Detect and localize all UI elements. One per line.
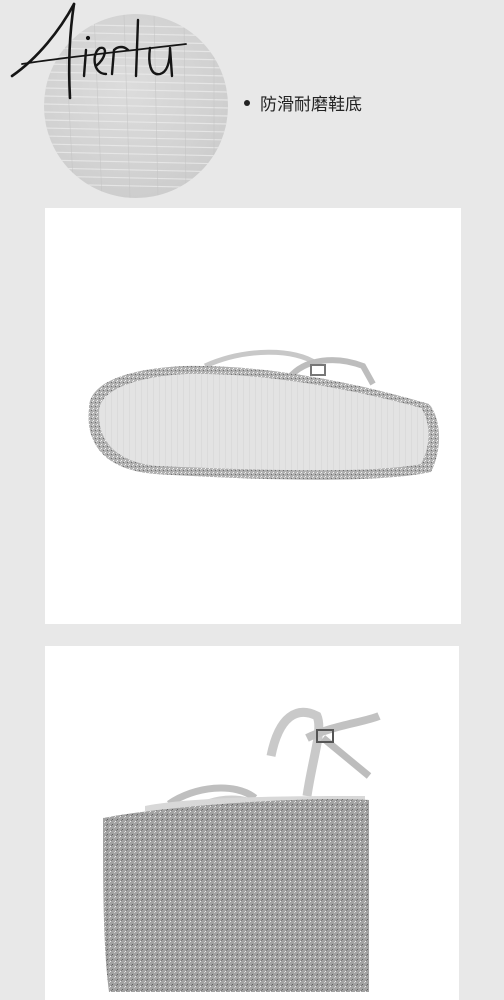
shoe-side-view-image: [45, 646, 459, 1000]
brand-logo: [8, 0, 188, 110]
shoe-bottom-view-image: [45, 208, 461, 624]
bullet-icon: [244, 99, 250, 106]
feature-item: 防滑耐磨鞋底: [244, 90, 362, 115]
feature-text: 防滑耐磨鞋底: [260, 95, 362, 115]
top-section: 防滑耐磨鞋底: [0, 0, 504, 200]
